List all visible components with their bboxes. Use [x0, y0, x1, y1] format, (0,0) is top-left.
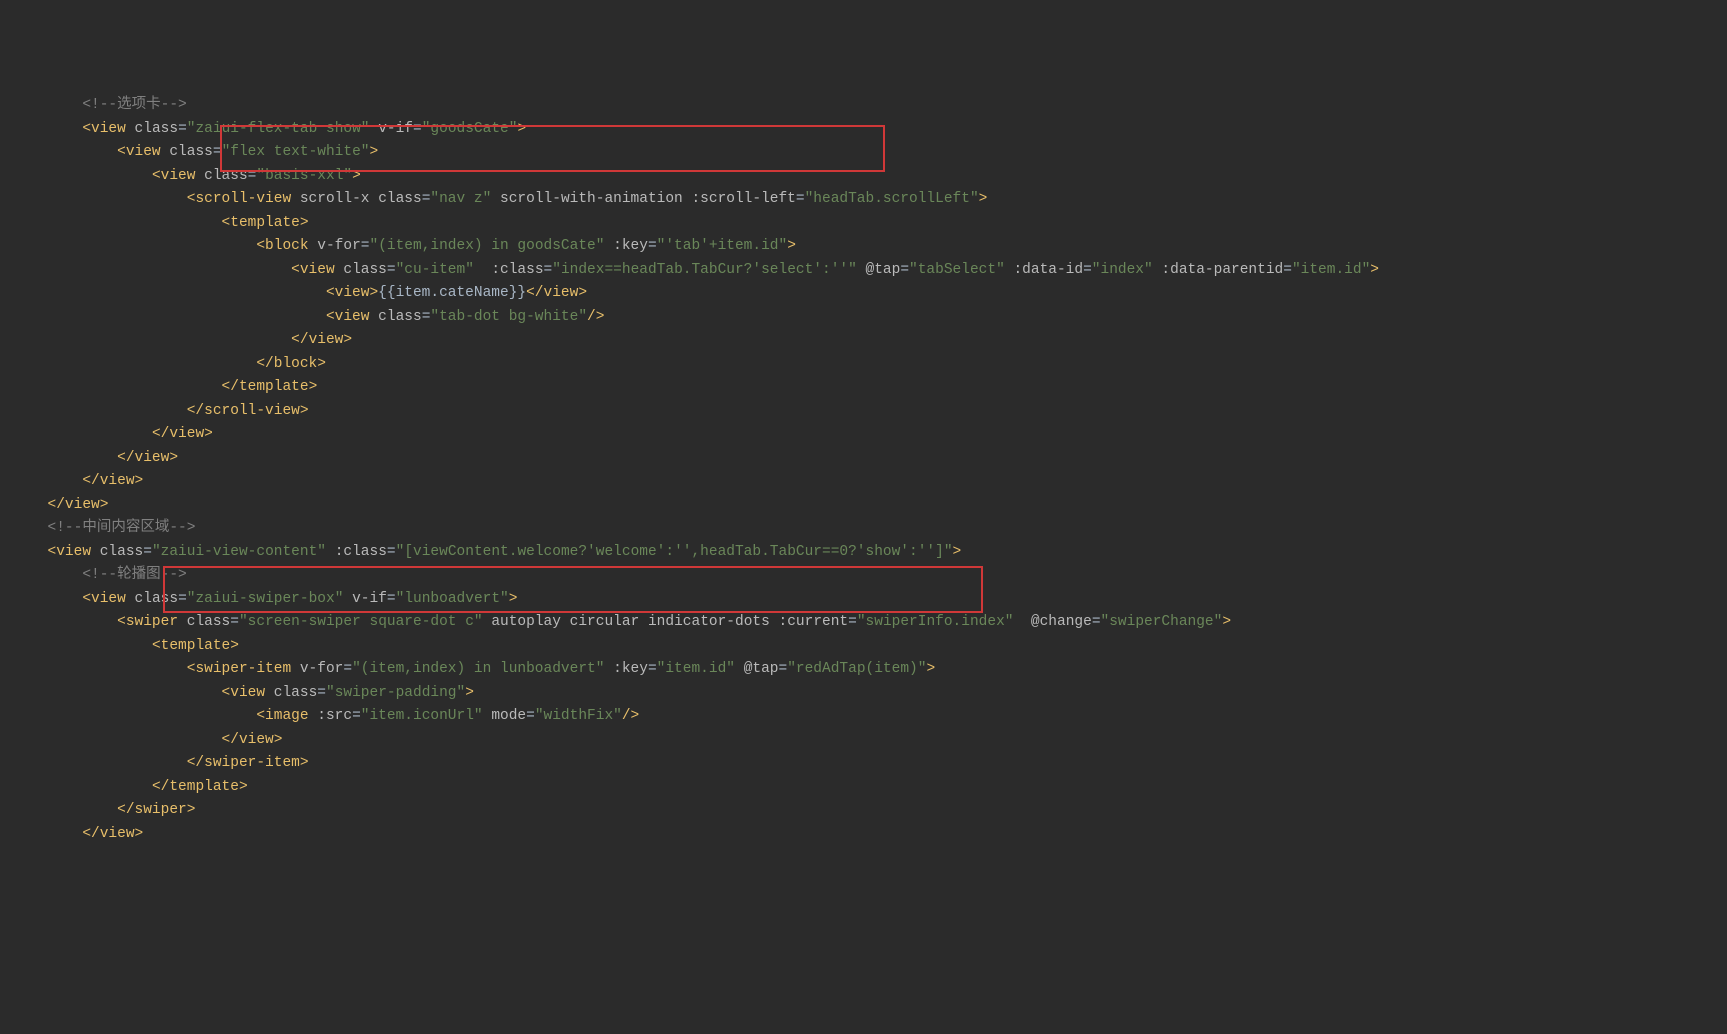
code-line: <view class="swiper-padding"> — [4, 685, 474, 701]
code-line: <template> — [4, 215, 309, 231]
code-line: <view class="cu-item" :class="index==hea… — [4, 262, 1379, 278]
code-line: </view> — [4, 497, 108, 513]
code-line: <swiper-item v-for="(item,index) in lunb… — [4, 661, 935, 677]
code-line: <view class="zaiui-view-content" :class=… — [4, 544, 961, 560]
code-line: </view> — [4, 332, 352, 348]
xml-comment: <!--中间内容区域--> — [48, 520, 196, 536]
code-line: </view> — [4, 426, 213, 442]
code-line: <scroll-view scroll-x class="nav z" scro… — [4, 191, 987, 207]
code-line: <!--中间内容区域--> — [4, 520, 195, 536]
code-line: </template> — [4, 379, 317, 395]
code-line: <block v-for="(item,index) in goodsCate"… — [4, 238, 796, 254]
code-line: <swiper class="screen-swiper square-dot … — [4, 614, 1231, 630]
code-line: </template> — [4, 779, 248, 795]
code-line: </view> — [4, 473, 143, 489]
xml-comment: <!--选项卡--> — [82, 97, 186, 113]
code-line: </scroll-view> — [4, 403, 309, 419]
code-line: </swiper> — [4, 802, 195, 818]
code-line: </swiper-item> — [4, 755, 309, 771]
code-line: <!--轮播图--> — [4, 567, 187, 583]
code-line: <view class="zaiui-flex-tab show" v-if="… — [4, 121, 526, 137]
code-line: </block> — [4, 356, 326, 372]
code-line: <image :src="item.iconUrl" mode="widthFi… — [4, 708, 639, 724]
code-line: </view> — [4, 732, 282, 748]
code-line: <view class="flex text-white"> — [4, 144, 378, 160]
code-line: <view>{{item.cateName}}</view> — [4, 285, 587, 301]
code-line: <template> — [4, 638, 239, 654]
code-line: <view class="basis-xxl"> — [4, 168, 361, 184]
code-line: <view class="tab-dot bg-white"/> — [4, 309, 604, 325]
code-line: </view> — [4, 450, 178, 466]
code-line: </view> — [4, 826, 143, 842]
code-editor-content[interactable]: <!--选项卡--> <view class="zaiui-flex-tab s… — [0, 94, 1727, 846]
code-line: <!--选项卡--> — [4, 97, 187, 113]
xml-comment: <!--轮播图--> — [82, 567, 186, 583]
code-line: <view class="zaiui-swiper-box" v-if="lun… — [4, 591, 517, 607]
